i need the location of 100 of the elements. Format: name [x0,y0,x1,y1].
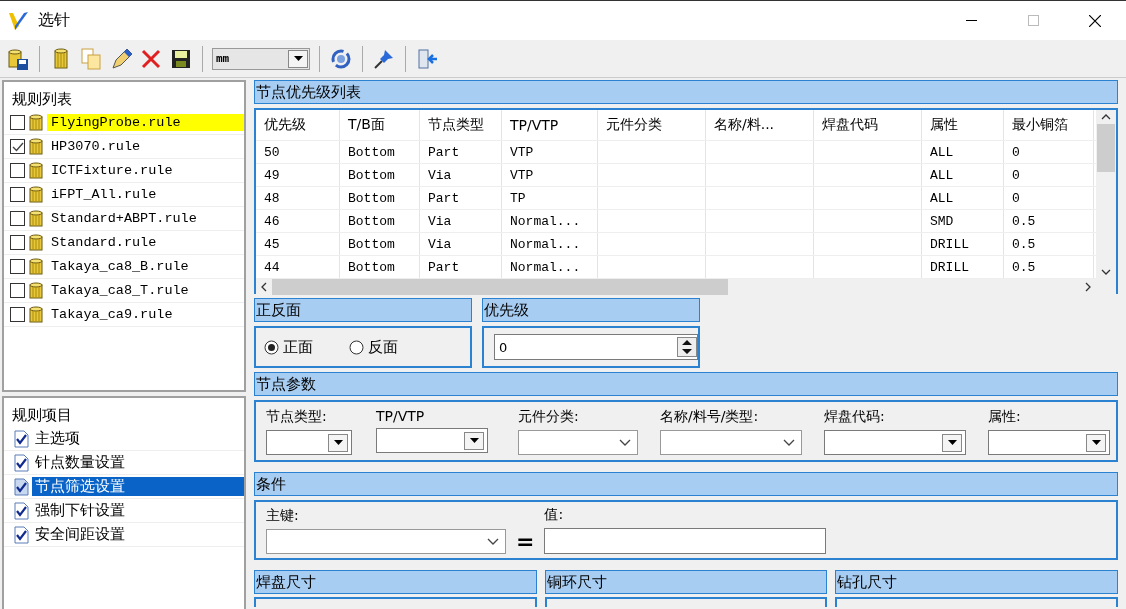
column-header[interactable]: T/B面 [340,110,420,140]
rule-item[interactable]: 主选项 [32,429,244,448]
rule-file-item[interactable]: ICTFixture.rule [47,162,244,179]
section-header: 钻孔尺寸 [835,570,1118,594]
table-cell: Normal... [502,256,598,278]
rule-item[interactable]: 节点筛选设置 [32,477,244,496]
checkbox[interactable] [10,187,25,202]
dropdown[interactable] [266,430,352,455]
table-cell: ALL [922,141,1004,163]
rule-file-item[interactable]: Standard.rule [47,234,244,251]
rule-item[interactable]: 强制下针设置 [32,501,244,520]
radio-button[interactable]: 反面 [349,337,398,357]
minimize-icon[interactable] [965,20,977,21]
rule-file-item[interactable]: FlyingProbe.rule [47,114,244,131]
table-cell: Bottom [340,164,420,186]
table-cell: 0.5 [1004,233,1094,255]
column-header[interactable]: 节点类型 [420,110,502,140]
vertical-scrollbar[interactable] [1096,110,1116,279]
database-icon [29,209,43,228]
table-cell: 0.5 [1004,210,1094,232]
section-header: 节点优先级列表 [254,80,1118,104]
field-label: 节点类型: [266,408,328,426]
table-cell: VTP [502,164,598,186]
checkbox[interactable] [10,139,25,154]
checkbox[interactable] [10,307,25,322]
dropdown[interactable] [660,430,802,455]
chevron-down-icon [783,439,795,446]
radio-button[interactable]: 正面 [264,337,313,357]
table-cell: 44 [256,256,340,278]
horizontal-scrollbar[interactable] [256,279,1116,295]
number-spinner[interactable]: 0 [494,334,698,360]
panel-title: 规则列表 [11,89,73,110]
dropdown[interactable] [824,430,966,455]
exit-door-icon[interactable] [415,46,439,71]
checkbox[interactable] [10,259,25,274]
column-header[interactable]: TP/VTP [502,110,598,140]
checkbox[interactable] [10,115,25,130]
table-cell: Via [420,233,502,255]
table-cell: VTP [502,141,598,163]
field-label: 主键: [266,507,300,525]
database-icon [29,113,43,132]
table-cell: Part [420,141,502,163]
database-icon [29,137,43,156]
field-label: 名称/料号/类型: [660,408,760,426]
checkbox[interactable] [10,283,25,298]
dropdown-arrow-icon [947,440,957,445]
chevron-down-icon [487,538,499,545]
table-cell: Part [420,256,502,278]
rule-file-item[interactable]: Standard+ABPT.rule [47,210,244,227]
pencil-icon[interactable] [109,46,133,71]
database-save-icon[interactable] [6,46,30,71]
table-cell: 0 [1004,164,1094,186]
table-cell: 0 [1004,187,1094,209]
radio-icon[interactable] [349,339,364,355]
checkbox[interactable] [10,211,25,226]
database-icon [29,281,43,300]
chevron-down-icon [619,439,631,446]
rule-file-item[interactable]: iFPT_All.rule [47,186,244,203]
table-cell: Normal... [502,210,598,232]
radio-icon[interactable] [264,339,279,355]
column-header[interactable]: 最小铜箔 [1004,110,1094,140]
checkbox[interactable] [10,163,25,178]
column-header[interactable]: 属性 [922,110,1004,140]
rule-item[interactable]: 针点数量设置 [32,453,244,472]
rule-file-item[interactable]: HP3070.rule [47,138,244,155]
section-header: 铜环尺寸 [544,570,828,594]
database-icon [29,185,43,204]
close-icon[interactable] [1089,14,1101,27]
column-header[interactable]: 焊盘代码 [814,110,922,140]
rule-file-item[interactable]: Takaya_ca8_B.rule [47,258,244,275]
rule-item[interactable]: 安全间距设置 [32,525,244,544]
section-header: 焊盘尺寸 [254,570,537,594]
table-cell: Via [420,210,502,232]
dropdown-arrow-icon [1091,440,1101,445]
column-header[interactable]: 优先级 [256,110,340,140]
field-label: 元件分类: [518,408,580,426]
table-cell: 0 [1004,141,1094,163]
column-header[interactable]: 名称/料... [706,110,814,140]
dropdown[interactable] [518,430,638,455]
dropdown-arrow-icon [333,440,343,445]
table-cell: Bottom [340,256,420,278]
panel-title: 规则项目 [11,405,73,426]
checkbox[interactable] [10,235,25,250]
dropdown[interactable] [988,430,1110,455]
section-header: 条件 [254,472,1118,496]
dropdown[interactable] [266,529,506,554]
table-cell: Bottom [340,187,420,209]
rule-file-item[interactable]: Takaya_ca9.rule [47,306,244,323]
table-cell: 46 [256,210,340,232]
rule-file-item[interactable]: Takaya_ca8_T.rule [47,282,244,299]
section-header: 正反面 [254,298,472,322]
database-icon [29,305,43,324]
table-cell: 50 [256,141,340,163]
equals-sign: = [516,529,535,554]
dropdown[interactable] [376,428,488,453]
table-cell: Via [420,164,502,186]
unit-dropdown[interactable]: mm [212,47,310,70]
table-cell: DRILL [922,233,1004,255]
column-header[interactable]: 元件分类 [598,110,706,140]
value-input[interactable] [544,528,827,554]
